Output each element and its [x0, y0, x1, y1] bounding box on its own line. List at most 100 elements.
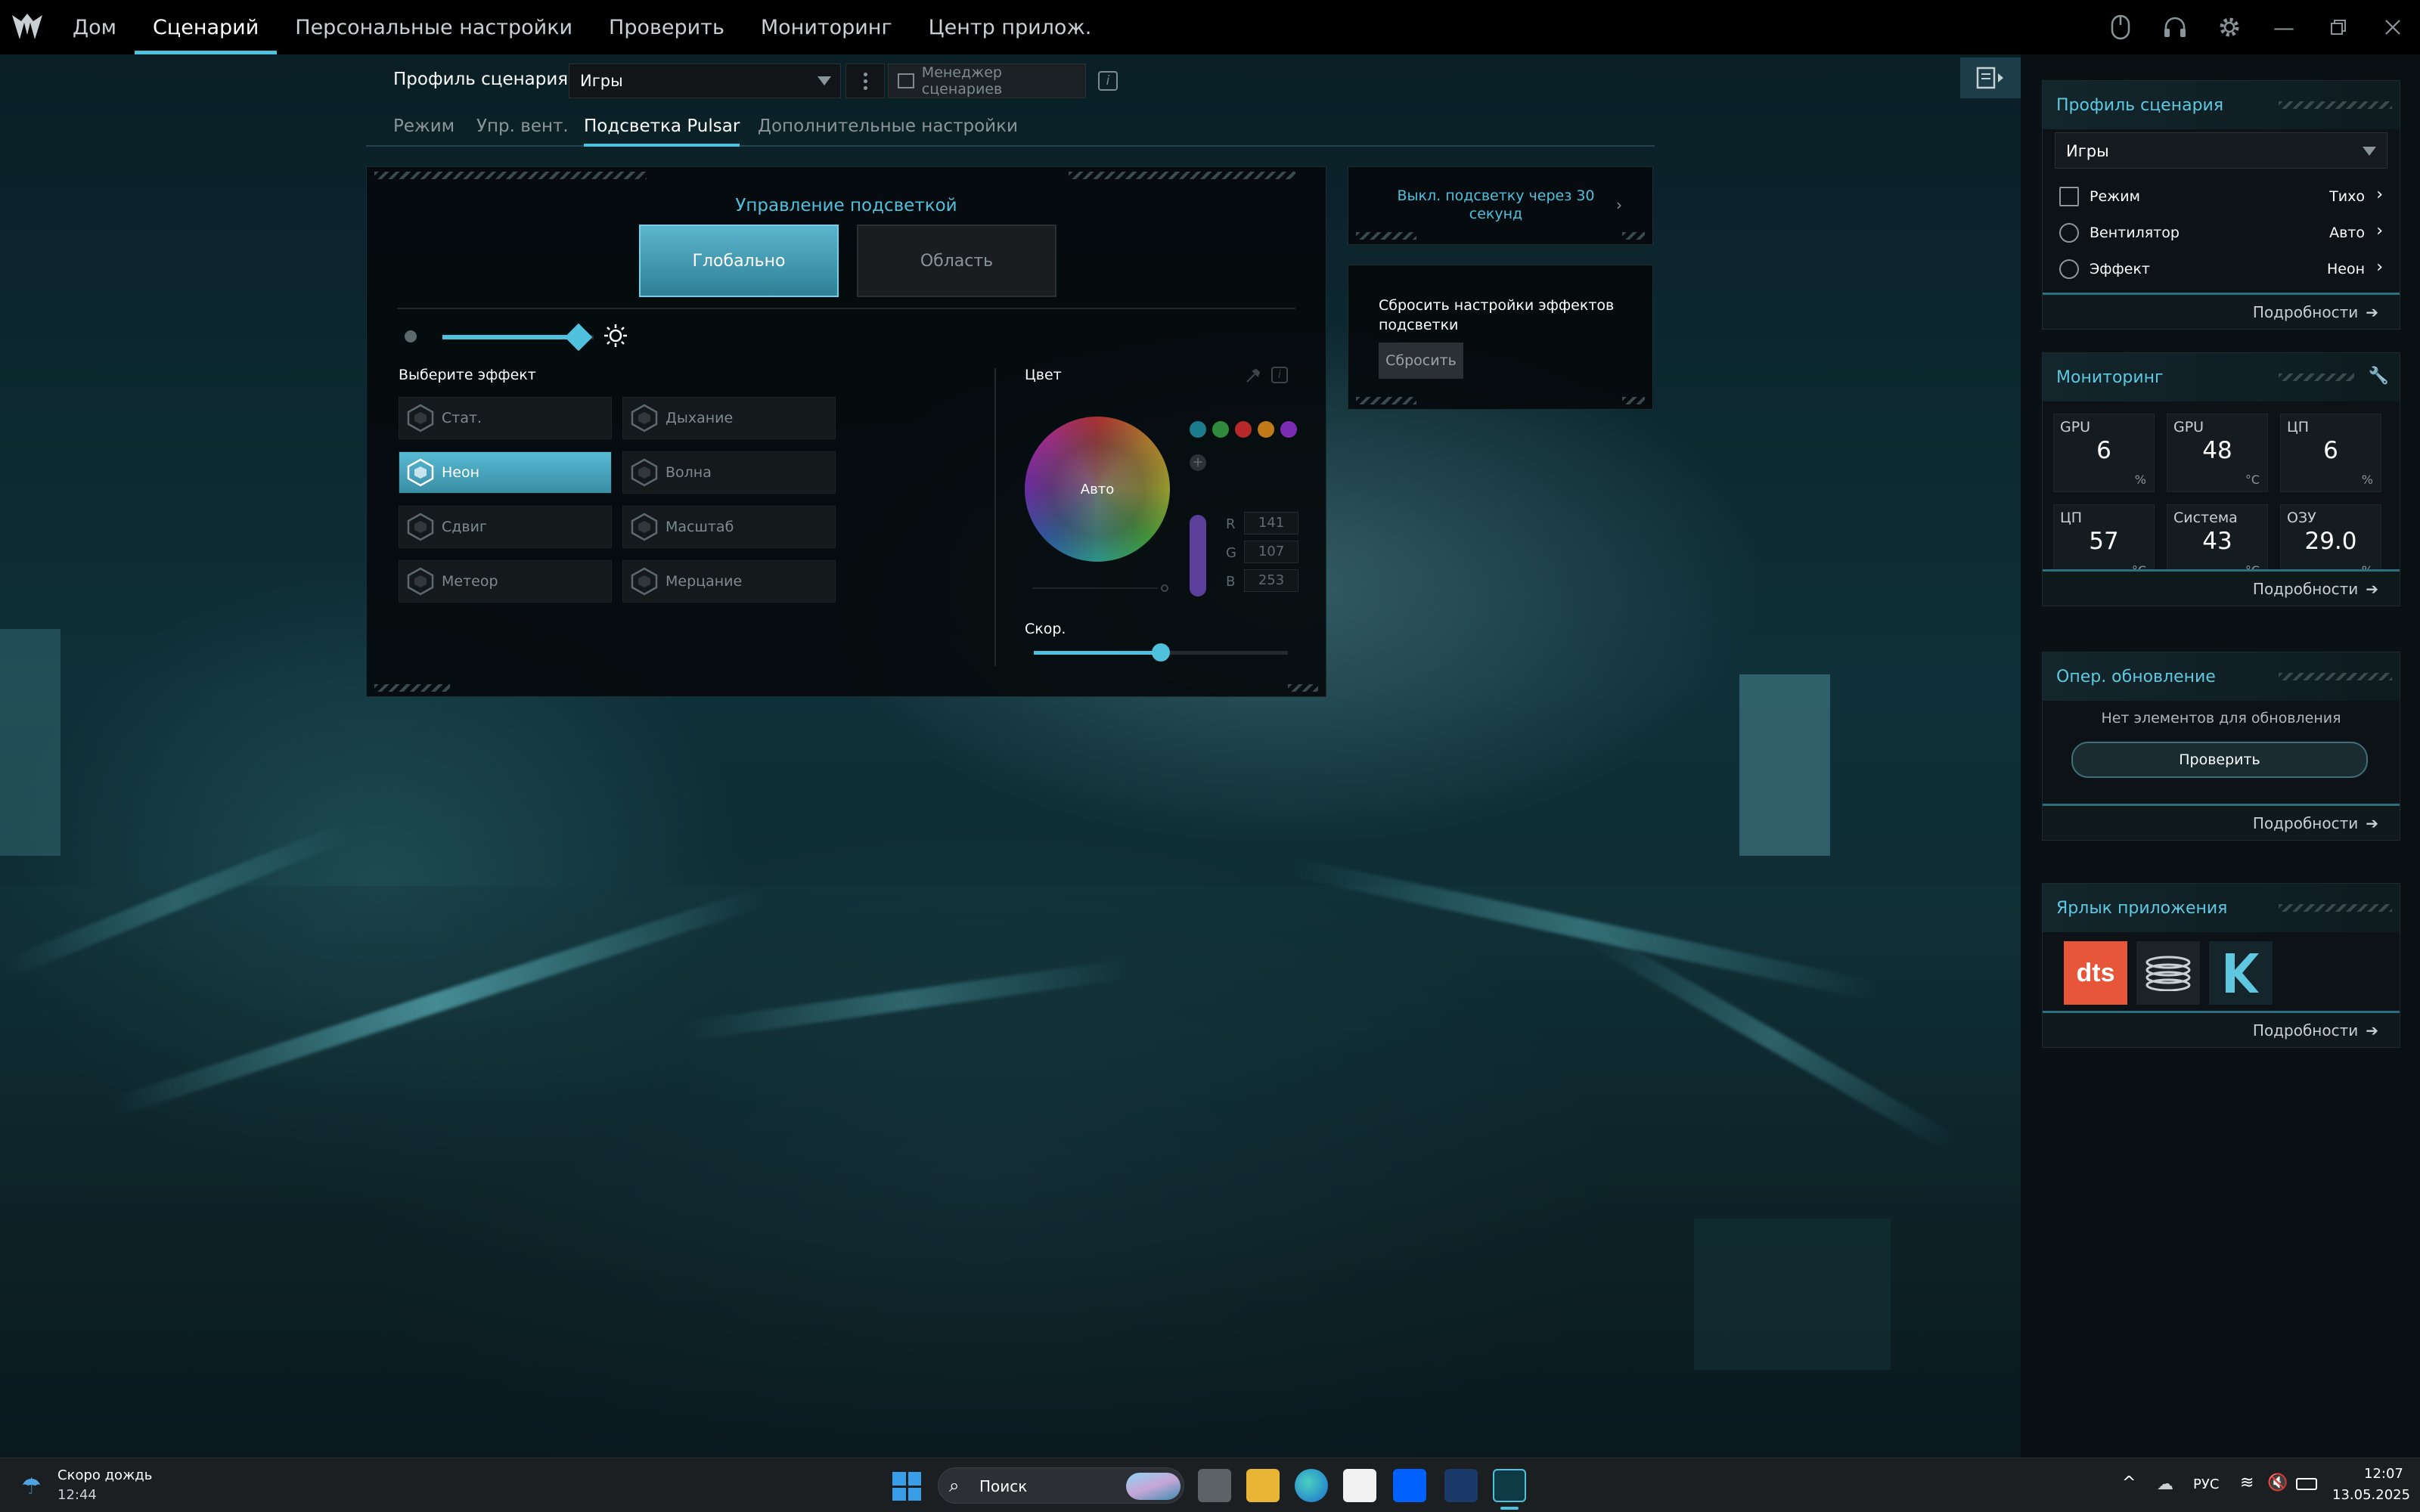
- sidebar-profile-more[interactable]: Подробности: [2253, 303, 2358, 321]
- eyedropper-icon[interactable]: [1244, 367, 1262, 385]
- monitor-tile-value: 57: [2089, 528, 2119, 555]
- sidebar-row-effect[interactable]: Эффект Неон ›: [2055, 253, 2387, 285]
- monitor-tile: ЦП 6%: [2280, 414, 2381, 492]
- tab-pulsar-lighting-label: Подсветка Pulsar: [584, 116, 740, 136]
- sidebar-row-mode[interactable]: Режим Тихо ›: [2055, 181, 2387, 212]
- reset-effects-card: Сбросить настройки эффектов подсветки Сб…: [1348, 265, 1653, 410]
- mouse-icon[interactable]: [2093, 0, 2148, 54]
- effect-meteor[interactable]: Метеор: [399, 560, 612, 603]
- tab-fan-control[interactable]: Упр. вент.: [476, 116, 569, 136]
- task-view-icon[interactable]: [1198, 1469, 1231, 1502]
- effect-twinkle[interactable]: Мерцание: [622, 560, 836, 603]
- sidebar-row-fan[interactable]: Вентилятор Авто ›: [2055, 217, 2387, 249]
- off-timer-card[interactable]: Выкл. подсветку через 30 секунд ›: [1348, 166, 1653, 245]
- predator-app-icon[interactable]: [1493, 1469, 1526, 1502]
- color-swatch[interactable]: [1212, 421, 1229, 438]
- effect-shift[interactable]: Сдвиг: [399, 506, 612, 548]
- battery-icon[interactable]: [2296, 1478, 2317, 1490]
- wifi-icon[interactable]: ≋: [2240, 1473, 2254, 1492]
- color-swatch[interactable]: [1280, 421, 1297, 438]
- wrench-icon[interactable]: 🔧: [2369, 367, 2389, 386]
- add-color-icon[interactable]: +: [1190, 454, 1206, 471]
- reset-button[interactable]: Сбросить: [1379, 342, 1463, 379]
- effect-breathing[interactable]: Дыхание: [622, 397, 836, 439]
- r-input[interactable]: 141: [1244, 512, 1298, 534]
- b-input[interactable]: 253: [1244, 569, 1298, 592]
- tab-advanced-settings[interactable]: Дополнительные настройки: [758, 116, 1018, 136]
- search-highlight-icon: [1126, 1473, 1181, 1500]
- profile-more-button[interactable]: [845, 64, 885, 98]
- volume-muted-icon[interactable]: 🔇: [2267, 1473, 2288, 1492]
- restore-icon[interactable]: [2311, 0, 2366, 54]
- file-explorer-icon[interactable]: [1246, 1469, 1280, 1502]
- headset-icon[interactable]: [2148, 0, 2202, 54]
- g-input[interactable]: 107: [1244, 541, 1298, 563]
- weather-umbrella-icon[interactable]: ☂: [21, 1473, 42, 1500]
- nav-app-center[interactable]: Центр прилож.: [911, 0, 1110, 54]
- dts-app-icon[interactable]: dts: [2064, 941, 2127, 1005]
- language-indicator[interactable]: РУС: [2193, 1476, 2219, 1492]
- effect-zoom[interactable]: Масштаб: [622, 506, 836, 548]
- scenario-manager-label: Менеджер сценариев: [921, 64, 1003, 98]
- effect-neon[interactable]: Неон: [399, 451, 612, 494]
- color-swatch[interactable]: [1235, 421, 1252, 438]
- lighting-panel: Управление подсветкой Глобально Область …: [366, 166, 1326, 697]
- tray-chevron-icon[interactable]: ^: [2122, 1473, 2136, 1492]
- color-swatch[interactable]: [1258, 421, 1274, 438]
- off-timer-text: Выкл. подсветку через 30 секунд: [1397, 187, 1595, 222]
- clock-time[interactable]: 12:07: [2364, 1466, 2403, 1482]
- search-box[interactable]: ⌕ Поиск: [938, 1467, 1184, 1504]
- sidebar-update-more[interactable]: Подробности: [2253, 814, 2358, 832]
- arrow-right-icon: ➔: [2366, 302, 2378, 321]
- sidebar-profile-select[interactable]: Игры: [2055, 132, 2387, 169]
- color-wheel[interactable]: Авто: [1025, 417, 1170, 562]
- sidebar-monitoring-more[interactable]: Подробности: [2253, 580, 2358, 598]
- nav-check[interactable]: Проверить: [591, 0, 743, 54]
- arrow-right-icon: ➔: [2366, 1021, 2378, 1040]
- nav-personal-settings[interactable]: Персональные настройки: [277, 0, 591, 54]
- gear-icon[interactable]: [2202, 0, 2257, 54]
- effect-wave[interactable]: Волна: [622, 451, 836, 494]
- nav-scenario[interactable]: Сценарий: [134, 0, 278, 54]
- monitor-tile-unit: °C: [2245, 472, 2260, 487]
- nav-home[interactable]: Дом: [54, 0, 135, 54]
- store-icon[interactable]: [1343, 1469, 1376, 1502]
- effect-static[interactable]: Стат.: [399, 397, 612, 439]
- monitor-tile-title: GPU: [2060, 419, 2091, 435]
- color-swatch[interactable]: [1190, 421, 1206, 438]
- coil-app-icon[interactable]: [2136, 941, 2200, 1005]
- check-updates-button[interactable]: Проверить: [2071, 742, 2368, 778]
- clock-date[interactable]: 13.05.2025: [2332, 1487, 2410, 1503]
- profile-select[interactable]: Игры: [569, 64, 841, 98]
- effect-zoom-icon: [623, 506, 666, 548]
- cloud-icon[interactable]: ☁: [2157, 1475, 2173, 1494]
- blue-app-icon[interactable]: [1444, 1469, 1478, 1502]
- speed-slider-handle[interactable]: [1152, 643, 1170, 662]
- brightness-slider[interactable]: [442, 323, 594, 352]
- color-info-icon[interactable]: i: [1271, 367, 1288, 383]
- area-button[interactable]: Область: [857, 225, 1056, 297]
- global-button[interactable]: Глобально: [639, 225, 839, 297]
- start-button[interactable]: [892, 1472, 921, 1501]
- scenario-manager-button[interactable]: Менеджер сценариев: [888, 64, 1086, 98]
- edge-icon[interactable]: [1295, 1469, 1328, 1502]
- tab-pulsar-lighting[interactable]: Подсветка Pulsar: [584, 116, 740, 147]
- search-placeholder: Поиск: [979, 1477, 1028, 1495]
- tab-mode[interactable]: Режим: [393, 116, 455, 136]
- close-icon[interactable]: [2366, 0, 2420, 54]
- sidebar-shortcuts-more[interactable]: Подробности: [2253, 1021, 2358, 1040]
- brightness-slider-handle[interactable]: [564, 323, 593, 352]
- speed-slider[interactable]: [1034, 643, 1288, 662]
- effects-title: Выберите эффект: [399, 367, 536, 383]
- k-app-icon[interactable]: [2209, 941, 2273, 1005]
- collapse-sidebar-icon[interactable]: [1960, 57, 2021, 98]
- update-status-text: Нет элементов для обновления: [2101, 710, 2341, 727]
- nav-monitoring[interactable]: Мониторинг: [743, 0, 911, 54]
- monitor-tile-title: Система: [2173, 510, 2238, 526]
- monitor-tile-title: ОЗУ: [2287, 510, 2316, 526]
- minimize-icon[interactable]: —: [2257, 0, 2311, 54]
- chevron-right-icon: ›: [1616, 196, 1622, 214]
- info-icon[interactable]: i: [1098, 71, 1118, 91]
- dropbox-icon[interactable]: [1393, 1469, 1426, 1502]
- sidebar-row-label: Режим: [2090, 188, 2140, 205]
